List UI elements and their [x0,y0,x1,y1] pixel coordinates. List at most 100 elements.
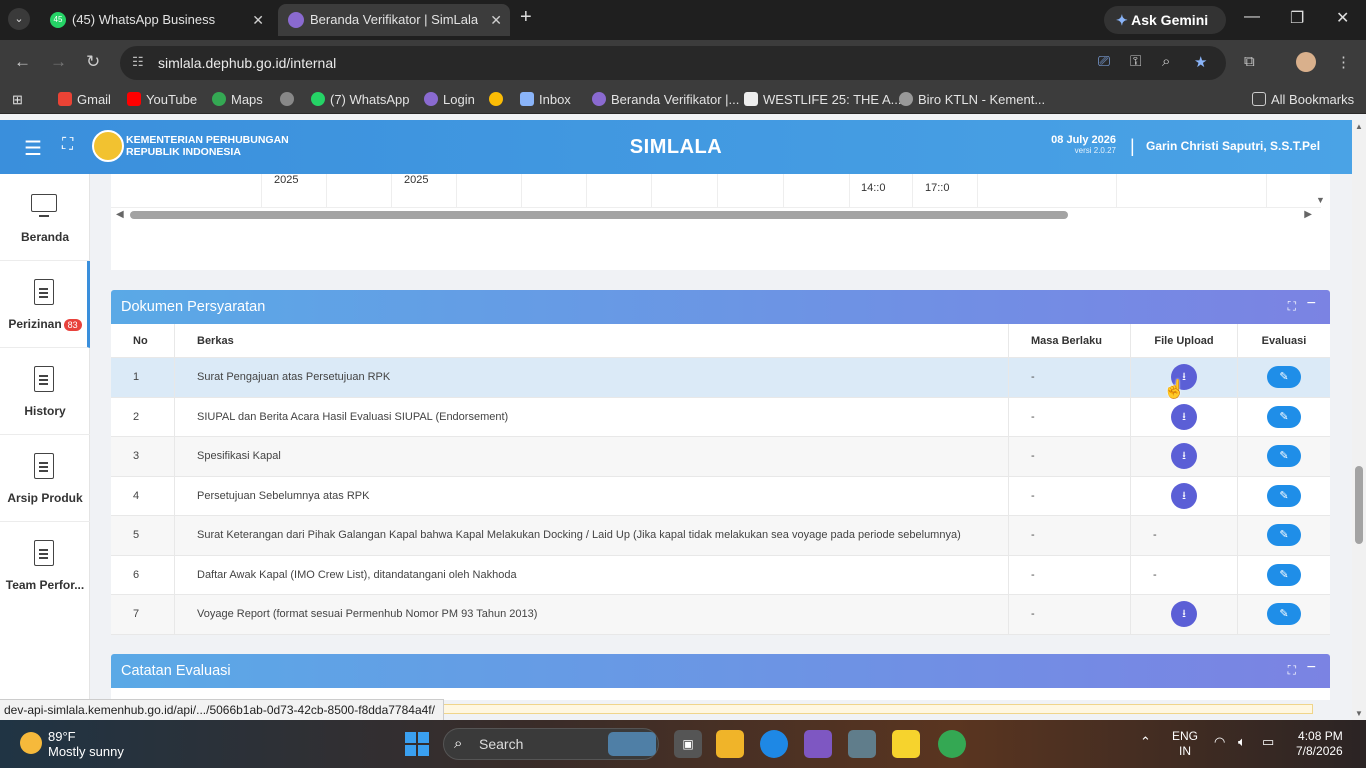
close-window-icon[interactable]: ✕ [1336,8,1349,28]
sticky-notes-icon[interactable] [892,730,920,758]
document-icon [34,279,54,305]
bookmark-beranda-verifikator[interactable]: Beranda Verifikator |... [592,92,739,107]
more-menu-icon[interactable]: ⋮ [1336,53,1351,71]
tab-search-menu-icon[interactable]: ⌄ [8,8,30,30]
row-number: 3 [111,437,175,476]
edit-evaluation-button[interactable]: ✎ [1267,484,1301,507]
zoom-icon[interactable]: ⌕ [1162,53,1170,70]
youtube-icon [127,92,141,106]
collapse-card-icon[interactable]: − [1307,295,1316,313]
edit-evaluation-button[interactable]: ✎ [1267,445,1301,468]
table-scroll-down-icon[interactable]: ▼ [1316,195,1325,205]
download-button[interactable]: ⭳ [1171,601,1197,628]
close-tab-icon[interactable]: ✕ [252,4,264,36]
sidebar-item-arsip-produk[interactable]: Arsip Produk [0,435,90,522]
bookmark-gmail[interactable]: Gmail [58,92,111,107]
file-explorer-icon[interactable] [716,730,744,758]
expand-card-icon[interactable]: ⛶ [1288,663,1296,678]
edit-evaluation-button[interactable]: ✎ [1267,366,1301,389]
app-icon[interactable] [804,730,832,758]
extensions-icon[interactable]: ⧉ [1244,53,1255,70]
maximize-icon[interactable]: ❐ [1290,8,1304,28]
weather-widget[interactable]: 89°F Mostly sunny [48,729,124,759]
dokumen-persyaratan-header: Dokumen Persyaratan ⛶ − [111,290,1330,324]
row-masa-berlaku: - [1009,555,1131,594]
expand-card-icon[interactable]: ⛶ [1288,299,1296,314]
bookmark-inbox[interactable]: Inbox [520,92,571,107]
edit-evaluation-button[interactable]: ✎ [1267,524,1301,547]
forward-icon[interactable]: → [50,52,67,72]
table-row: 7 Voyage Report (format sesuai Permenhub… [111,595,1330,635]
scroll-right-icon[interactable]: ▶ [1304,209,1312,220]
install-app-icon[interactable]: ⎚ [1098,53,1110,70]
browser-toolbar: ← → ↻ ☷ simlala.dephub.go.id/internal ⎚ … [0,40,1366,86]
collapse-card-icon[interactable]: − [1307,659,1316,677]
scrollbar-thumb[interactable] [130,211,1068,219]
table-row: 3 Spesifikasi Kapal - ⭳ ✎ [111,437,1330,477]
sun-icon[interactable] [20,732,42,754]
language-indicator[interactable]: ENG IN [1172,729,1198,759]
page-vertical-scrollbar[interactable]: ▲ ▼ [1352,120,1366,720]
bookmark-globe[interactable] [280,92,299,107]
scroll-up-icon[interactable]: ▲ [1355,122,1363,131]
minimize-icon[interactable]: — [1244,8,1260,26]
edit-evaluation-button[interactable]: ✎ [1267,405,1301,428]
row-evaluasi: ✎ [1238,595,1330,634]
bookmark-pinwheel[interactable] [489,92,508,107]
download-button[interactable]: ⭳ [1171,443,1197,470]
system-clock[interactable]: 4:08 PM 7/8/2026 [1296,729,1343,759]
address-bar[interactable]: ☷ simlala.dephub.go.id/internal [120,46,1226,80]
edit-evaluation-button[interactable]: ✎ [1267,603,1301,626]
tab-simlala[interactable]: Beranda Verifikator | SimLala ✕ [278,4,510,36]
show-hidden-icons-icon[interactable]: ⌃ [1140,734,1151,750]
table-cell [783,174,849,208]
reload-icon[interactable]: ↻ [86,52,100,72]
task-view-icon[interactable]: ▣ [674,730,702,758]
bookmark-maps[interactable]: Maps [212,92,263,107]
windows-start-icon[interactable] [405,732,429,756]
sidebar-item-team-performance[interactable]: Team Perfor... [0,522,90,609]
download-button[interactable]: ⭳ [1171,403,1197,430]
table-row: 5 Surat Keterangan dari Pihak Galangan K… [111,516,1330,556]
edit-evaluation-button[interactable]: ✎ [1267,563,1301,586]
ask-gemini-button[interactable]: ✦ Ask Gemini [1104,6,1226,34]
table-cell [521,174,586,208]
bookmark-login[interactable]: Login [424,92,475,107]
scrollbar-thumb[interactable] [1355,466,1363,544]
sidebar-item-perizinan[interactable]: Perizinan 83 [0,261,90,348]
horizontal-scrollbar[interactable]: ◀ ▶ [116,209,1312,221]
search-placeholder: Search [479,736,524,752]
user-name[interactable]: Garin Christi Saputri, S.S.T.Pel [1146,139,1320,153]
scroll-left-icon[interactable]: ◀ [116,209,124,220]
bookmarks-bar: ⊞ Gmail YouTube Maps (7) WhatsApp Login … [0,86,1366,114]
password-key-icon[interactable]: ⚿ [1130,53,1141,70]
perizinan-count-badge: 83 [63,319,82,331]
profile-avatar[interactable] [1296,52,1316,72]
bookmark-star-icon[interactable]: ★ [1194,53,1207,71]
volume-icon[interactable]: 🔈︎ [1238,734,1246,750]
bookmark-youtube[interactable]: YouTube [127,92,197,107]
site-info-icon[interactable]: ☷ [132,54,144,70]
edge-icon[interactable] [760,730,788,758]
download-button[interactable]: ⭳ [1171,482,1197,509]
apps-grid-icon[interactable]: ⊞ [12,92,23,108]
weather-condition: Mostly sunny [48,744,124,759]
sidebar-item-beranda[interactable]: Beranda [0,174,90,261]
close-tab-icon[interactable]: ✕ [490,4,502,36]
sidebar-item-history[interactable]: History [0,348,90,435]
tab-whatsapp-business[interactable]: 45 (45) WhatsApp Business ✕ [40,4,272,36]
all-bookmarks[interactable]: All Bookmarks [1252,92,1354,107]
battery-icon[interactable]: ▭ [1262,734,1274,750]
row-masa-berlaku: - [1009,516,1131,555]
document-icon [34,366,54,392]
scroll-down-icon[interactable]: ▼ [1355,709,1363,718]
bookmark-whatsapp[interactable]: (7) WhatsApp [311,92,409,107]
bookmark-biro-ktln[interactable]: Biro KTLN - Kement... [899,92,1045,107]
wifi-icon[interactable]: ◠ [1214,734,1225,750]
chrome-icon[interactable] [938,730,966,758]
new-tab-icon[interactable]: + [520,6,532,29]
bookmark-westlife[interactable]: WESTLIFE 25: THE A... [744,92,901,107]
back-icon[interactable]: ← [14,52,31,72]
gmail-icon [58,92,72,106]
camera-icon[interactable] [848,730,876,758]
